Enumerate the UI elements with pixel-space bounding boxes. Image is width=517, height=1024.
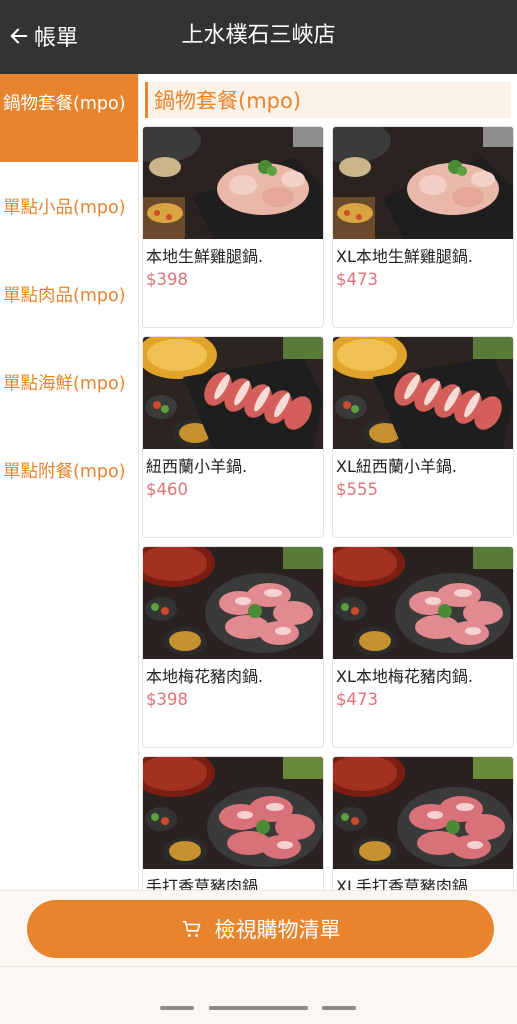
product-card[interactable]: 本地生鮮雞腿鍋. $398	[142, 126, 324, 328]
sidebar-item-label: 單點附餐(mpo)	[3, 461, 126, 482]
sidebar-item-sides[interactable]: 單點附餐(mpo)	[0, 426, 138, 514]
cart-icon	[182, 920, 200, 937]
product-card[interactable]: 手打香草豬肉鍋.	[142, 756, 324, 890]
sidebar-item-hotpot-set[interactable]: 鍋物套餐(mpo)	[0, 74, 138, 162]
product-name: 手打香草豬肉鍋.	[146, 877, 264, 890]
product-card[interactable]: XL本地梅花豬肉鍋. $473	[332, 546, 514, 748]
product-name: 本地梅花豬肉鍋.	[146, 667, 264, 686]
product-image	[333, 547, 513, 659]
view-cart-button[interactable]: 檢視購物清單	[27, 900, 494, 958]
product-image	[143, 757, 323, 869]
sidebar-item-label: 單點肉品(mpo)	[3, 285, 126, 306]
product-name: XL紐西蘭小羊鍋.	[336, 457, 457, 476]
product-card[interactable]: XL紐西蘭小羊鍋. $555	[332, 336, 514, 538]
product-price: $460	[146, 480, 188, 499]
product-image	[143, 127, 323, 239]
category-sidebar: 鍋物套餐(mpo) 單點小品(mpo) 單點肉品(mpo) 單點海鮮(mpo) …	[0, 74, 139, 890]
product-name: XL本地梅花豬肉鍋.	[336, 667, 473, 686]
sidebar-item-seafood[interactable]: 單點海鮮(mpo)	[0, 338, 138, 426]
top-bar: 帳單 上水樸石三峽店	[0, 0, 517, 74]
sidebar-item-snacks[interactable]: 單點小品(mpo)	[0, 162, 138, 250]
bottom-bar: 檢視購物清單	[0, 890, 517, 1024]
product-name: 紐西蘭小羊鍋.	[146, 457, 248, 476]
page-title: 上水樸石三峽店	[181, 23, 336, 48]
product-price: $473	[336, 690, 378, 709]
sidebar-item-meat[interactable]: 單點肉品(mpo)	[0, 250, 138, 338]
sidebar-item-label: 單點小品(mpo)	[3, 197, 126, 218]
product-name: 本地生鮮雞腿鍋.	[146, 247, 264, 266]
product-card[interactable]: XL手打香草豬肉鍋.	[332, 756, 514, 890]
sidebar-item-label: 單點海鮮(mpo)	[3, 373, 126, 394]
product-name: XL手打香草豬肉鍋.	[336, 877, 473, 890]
product-image	[143, 547, 323, 659]
product-image	[333, 757, 513, 869]
product-card[interactable]: XL本地生鮮雞腿鍋. $473	[332, 126, 514, 328]
product-price: $473	[336, 270, 378, 289]
product-image	[333, 337, 513, 449]
product-image	[333, 127, 513, 239]
nav-home-button[interactable]	[209, 1006, 308, 1010]
product-name: XL本地生鮮雞腿鍋.	[336, 247, 473, 266]
nav-recents-button[interactable]	[160, 1006, 194, 1010]
product-image	[143, 337, 323, 449]
product-card[interactable]: 本地梅花豬肉鍋. $398	[142, 546, 324, 748]
section-title: 鍋物套餐(mpo)	[145, 82, 511, 118]
product-price: $398	[146, 690, 188, 709]
product-card[interactable]: 紐西蘭小羊鍋. $460	[142, 336, 324, 538]
sidebar-item-label: 鍋物套餐(mpo)	[3, 94, 126, 114]
product-list[interactable]: 鍋物套餐(mpo) 本地生鮮雞腿鍋. $398 XL本地生鮮雞腿鍋. $473 …	[139, 74, 517, 890]
system-nav-bar	[0, 967, 517, 1024]
nav-back-button[interactable]	[322, 1006, 356, 1010]
product-price: $555	[336, 480, 378, 499]
view-cart-label: 檢視購物清單	[214, 918, 341, 942]
product-price: $398	[146, 270, 188, 289]
